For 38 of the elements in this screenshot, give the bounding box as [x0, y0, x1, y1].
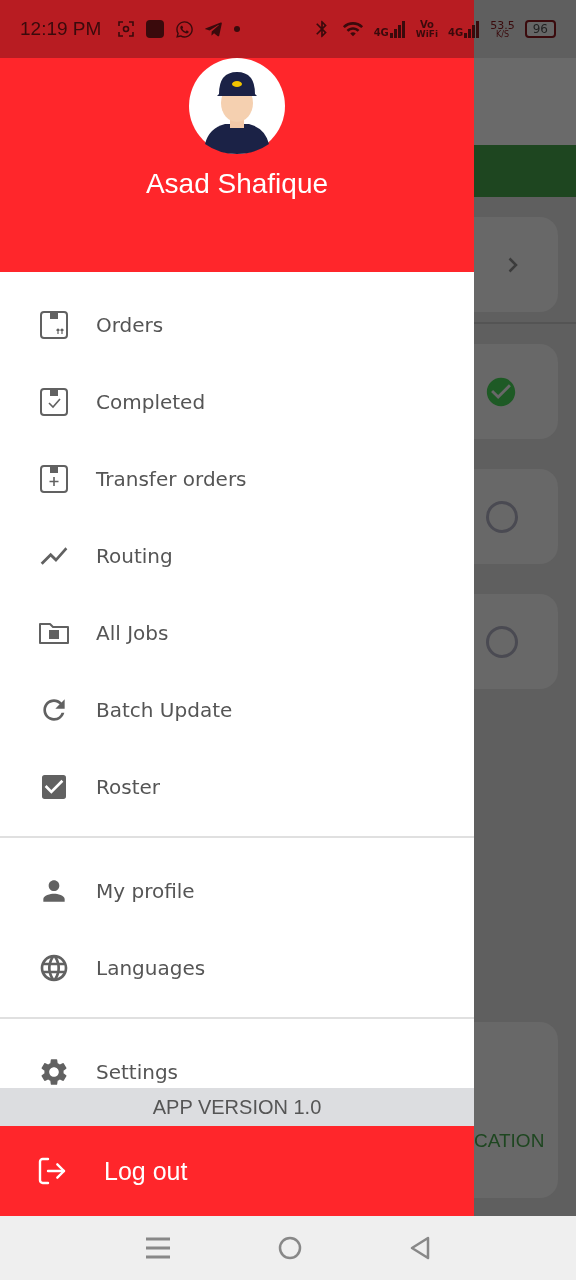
- battery-level: 96: [524, 20, 556, 38]
- box-check-icon: [38, 385, 70, 418]
- menu-item[interactable]: Completed: [0, 363, 474, 440]
- signal-label: 4G: [373, 28, 389, 38]
- home-icon[interactable]: [278, 1236, 302, 1260]
- radio-circle[interactable]: [486, 625, 518, 658]
- signal-label: WiFi: [415, 29, 439, 39]
- menu-item[interactable]: Routing: [0, 517, 474, 594]
- menu-item[interactable]: Batch Update: [0, 671, 474, 748]
- box-plus-icon: [38, 462, 70, 495]
- back-icon[interactable]: [410, 1236, 430, 1260]
- logout-button[interactable]: Log out: [0, 1126, 474, 1216]
- dot-icon: [233, 25, 242, 33]
- menu-item[interactable]: Settings: [0, 1033, 474, 1088]
- radio-circle[interactable]: [486, 500, 518, 533]
- user-name: Asad Shafique: [145, 168, 329, 200]
- chat-bubble-icon: [175, 19, 195, 39]
- menu-icon[interactable]: [146, 1237, 170, 1259]
- network-speed: 53.5: [490, 19, 515, 31]
- menu-item[interactable]: Orders: [0, 286, 474, 363]
- app-version: APP VERSION 1.0: [152, 1095, 322, 1119]
- app-icon: [145, 19, 166, 39]
- menu-item[interactable]: Roster: [0, 748, 474, 825]
- menu-item[interactable]: All Jobs: [0, 594, 474, 671]
- clock: 12:19 PM: [20, 18, 102, 40]
- menu-item[interactable]: Languages: [0, 929, 474, 1006]
- menu-item[interactable]: My profile: [0, 852, 474, 929]
- action-label: CATION: [474, 1130, 545, 1152]
- screen-record-icon: [117, 20, 136, 38]
- signal-label: Vo: [419, 19, 434, 30]
- logout-icon: [36, 1155, 68, 1187]
- menu-item[interactable]: Transfer orders: [0, 440, 474, 517]
- chevron-right-icon: [508, 256, 518, 273]
- signal-bars-icon: [464, 20, 481, 38]
- speed-unit: K/S: [495, 30, 509, 39]
- box-icon: [38, 308, 70, 341]
- signal-label: 4G: [448, 28, 464, 38]
- signal-bars-icon: [389, 20, 406, 38]
